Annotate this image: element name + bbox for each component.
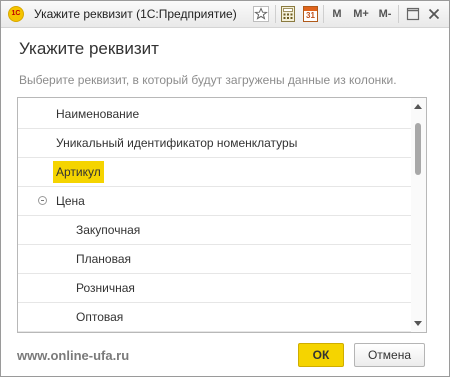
cancel-button[interactable]: Отмена: [354, 343, 425, 367]
app-logo-icon[interactable]: 1С: [8, 6, 24, 22]
memory-minus-button[interactable]: M-: [376, 5, 394, 23]
calendar-day: 31: [306, 11, 315, 20]
scroll-thumb[interactable]: [415, 123, 421, 175]
list-item[interactable]: Наименование: [18, 100, 411, 129]
title-bar: 1С Укажите реквизит (1С:Предприятие) 31 …: [1, 1, 449, 28]
list-item[interactable]: Плановая: [18, 245, 411, 274]
watermark-text: www.online-ufa.ru: [17, 348, 130, 363]
dialog-window: 1С Укажите реквизит (1С:Предприятие) 31 …: [0, 0, 450, 377]
list-item[interactable]: Розничная: [18, 274, 411, 303]
list-item-label: Плановая: [76, 252, 132, 266]
list-item-label: Розничная: [76, 281, 135, 295]
list-item-group[interactable]: Цена: [18, 187, 411, 216]
list-item[interactable]: Уникальный идентификатор номенклатуры: [18, 129, 411, 158]
vertical-scrollbar[interactable]: [411, 98, 426, 332]
list-item-label: Цена: [56, 194, 85, 208]
toolbar-separator: [398, 5, 399, 23]
favorite-star-icon[interactable]: [253, 6, 269, 22]
calendar-icon[interactable]: 31: [303, 6, 318, 22]
scroll-down-arrow-icon[interactable]: [414, 321, 422, 326]
list-item-label: Наименование: [56, 107, 140, 121]
calculator-icon[interactable]: [281, 6, 295, 22]
list-item-label: Оптовая: [76, 310, 124, 324]
attribute-tree-list[interactable]: Наименование Уникальный идентификатор но…: [17, 97, 427, 333]
ok-button[interactable]: ОК: [298, 343, 344, 367]
toolbar-separator: [275, 5, 276, 23]
close-icon[interactable]: [428, 8, 440, 20]
memory-plus-button[interactable]: M+: [351, 5, 371, 23]
dialog-hint: Выберите реквизит, в который будут загру…: [19, 73, 397, 87]
dialog-heading: Укажите реквизит: [19, 39, 159, 58]
app-logo-text: 1С: [11, 10, 21, 17]
collapse-toggle-icon[interactable]: [38, 196, 47, 205]
restore-window-icon[interactable]: [406, 7, 420, 21]
list-item-label: Закупочная: [76, 223, 141, 237]
list-item[interactable]: Закупочная: [18, 216, 411, 245]
list-item-label: Артикул: [53, 161, 104, 183]
toolbar-separator: [323, 5, 324, 23]
list-item-label: Уникальный идентификатор номенклатуры: [56, 136, 298, 150]
memory-button[interactable]: M: [331, 5, 343, 23]
window-title: Укажите реквизит (1С:Предприятие): [34, 7, 237, 21]
list-item-selected[interactable]: Артикул: [18, 158, 411, 187]
list-item[interactable]: Оптовая: [18, 303, 411, 332]
scroll-up-arrow-icon[interactable]: [414, 104, 422, 109]
